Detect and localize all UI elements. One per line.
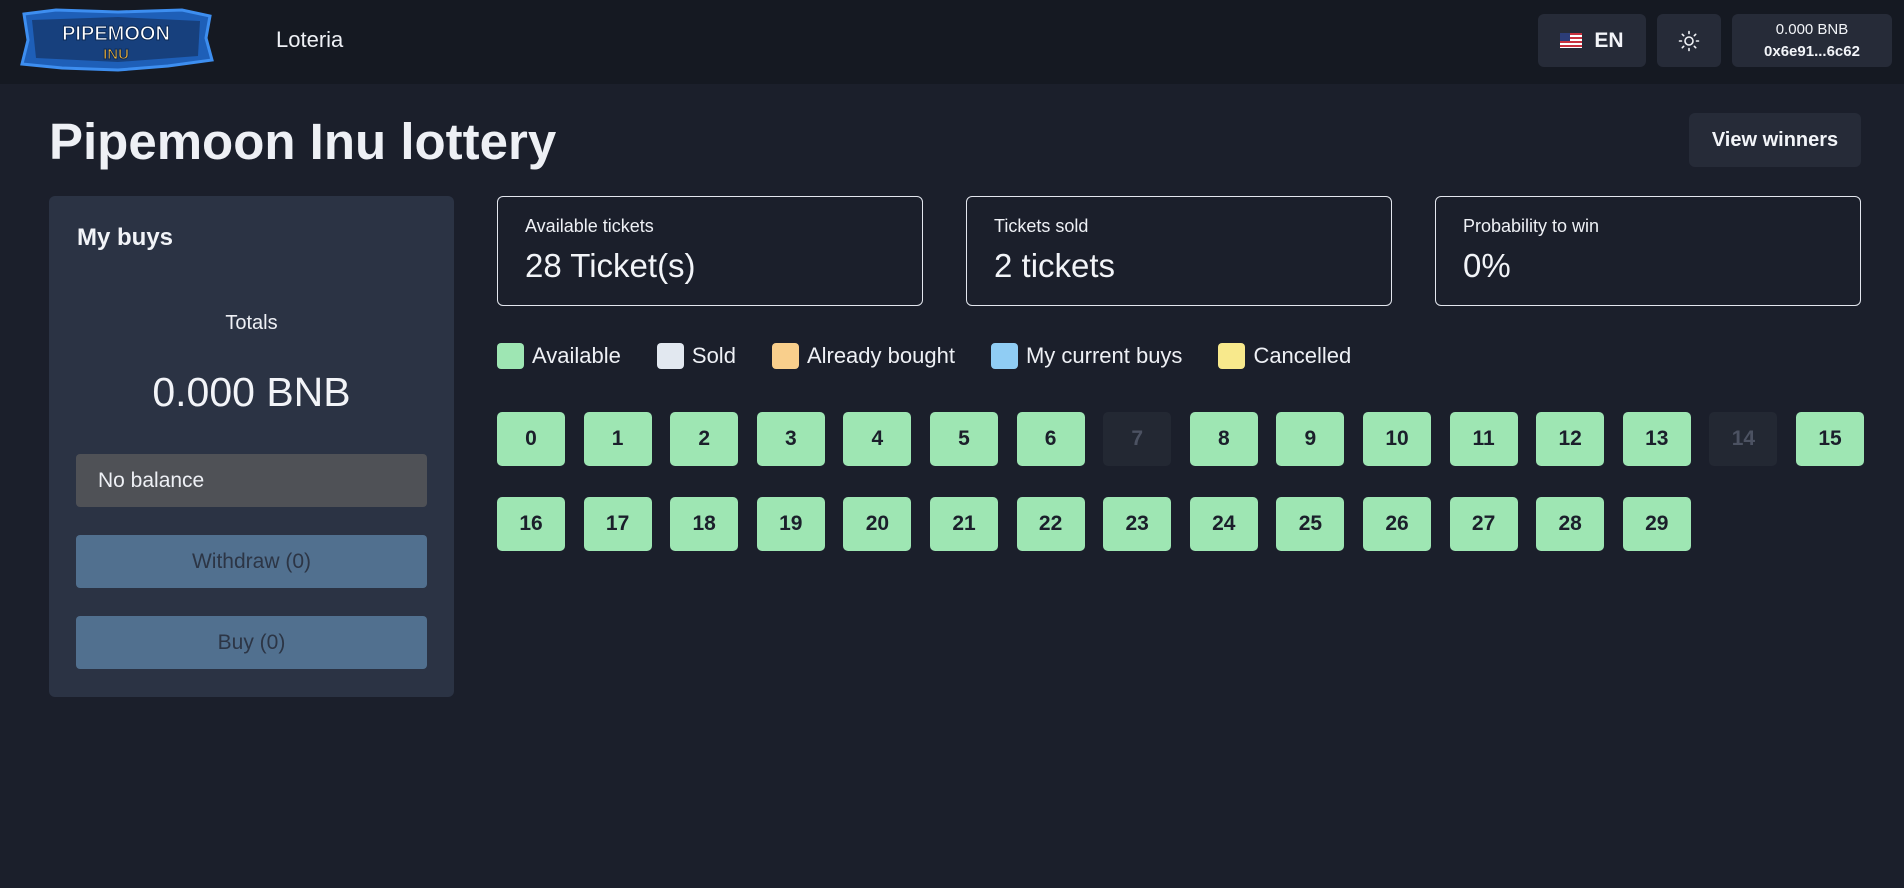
page-title: Pipemoon Inu lottery — [49, 113, 557, 170]
ticket-17[interactable]: 17 — [583, 497, 652, 551]
wallet-button[interactable]: 0.000 BNB 0x6e91...6c62 — [1732, 14, 1892, 67]
ticket-7: 7 — [1103, 412, 1172, 466]
ticket-5[interactable]: 5 — [930, 412, 998, 466]
legend-swatch — [771, 342, 799, 369]
ticket-13[interactable]: 13 — [1622, 412, 1691, 466]
tickets-sold-value: 2 tickets — [994, 247, 1116, 284]
theme-toggle-button[interactable] — [1657, 14, 1721, 67]
ticket-18[interactable]: 18 — [670, 497, 739, 551]
ticket-22[interactable]: 22 — [1016, 497, 1085, 551]
logo-subtext: INU — [103, 46, 129, 63]
available-tickets-value: 28 Ticket(s) — [525, 247, 696, 284]
ticket-12[interactable]: 12 — [1536, 412, 1605, 466]
legend-swatch — [656, 342, 684, 369]
legend-swatch — [497, 342, 524, 369]
my-buys-title: My buys — [77, 224, 174, 251]
probability-label: Probability to win — [1463, 216, 1600, 236]
totals-label: Totals — [225, 312, 278, 334]
legend-item-already-bought: Already bought — [771, 342, 955, 369]
wallet-address: 0x6e91...6c62 — [1764, 42, 1860, 60]
ticket-2[interactable]: 2 — [670, 412, 739, 466]
legend-item-sold: Sold — [656, 342, 736, 369]
probability-card: Probability to win 0% — [1435, 196, 1861, 306]
ticket-14: 14 — [1709, 412, 1778, 466]
legend-label: Cancelled — [1253, 342, 1352, 368]
ticket-10[interactable]: 10 — [1363, 412, 1431, 466]
sun-icon — [1678, 30, 1700, 51]
ticket-27[interactable]: 27 — [1449, 497, 1518, 551]
ticket-15[interactable]: 15 — [1796, 412, 1864, 466]
logo-text: PIPEMOON — [62, 23, 170, 45]
ticket-24[interactable]: 24 — [1189, 497, 1258, 551]
legend-swatch — [990, 342, 1018, 369]
tickets-sold-label: Tickets sold — [994, 216, 1089, 236]
legend-item-cancelled: Cancelled — [1218, 342, 1352, 369]
us-flag-icon — [1560, 33, 1583, 48]
ticket-4[interactable]: 4 — [843, 412, 912, 466]
ticket-legend: Available Sold Already bought My current… — [497, 342, 1387, 369]
ticket-23[interactable]: 23 — [1103, 497, 1172, 551]
available-tickets-label: Available tickets — [525, 216, 654, 236]
legend-label: Available — [532, 342, 621, 368]
my-buys-panel: My buys Totals 0.000 BNB No balance With… — [49, 196, 454, 697]
ticket-20[interactable]: 20 — [843, 497, 912, 551]
ticket-19[interactable]: 19 — [756, 497, 825, 551]
probability-value: 0% — [1463, 247, 1511, 284]
ticket-28[interactable]: 28 — [1536, 497, 1605, 551]
ticket-9[interactable]: 9 — [1276, 412, 1345, 466]
withdraw-button[interactable]: Withdraw (0) — [76, 535, 427, 588]
legend-swatch — [1218, 342, 1246, 369]
legend-label: My current buys — [1025, 342, 1183, 368]
ticket-6[interactable]: 6 — [1016, 412, 1085, 466]
legend-item-available: Available — [497, 342, 621, 369]
language-selector[interactable]: EN — [1538, 14, 1646, 67]
tickets-sold-card: Tickets sold 2 tickets — [966, 196, 1392, 306]
totals-value: 0.000 BNB — [152, 369, 351, 415]
ticket-11[interactable]: 11 — [1449, 412, 1518, 466]
ticket-25[interactable]: 25 — [1276, 497, 1345, 551]
nav-link-loteria[interactable]: Loteria — [276, 27, 343, 53]
top-navbar: PIPEMOON INU Loteria EN 0.000 BNB 0x6e91… — [0, 0, 1904, 84]
ticket-21[interactable]: 21 — [930, 497, 998, 551]
ticket-8[interactable]: 8 — [1189, 412, 1258, 466]
view-winners-button[interactable]: View winners — [1689, 113, 1861, 167]
ticket-0[interactable]: 0 — [497, 412, 565, 466]
ticket-29[interactable]: 29 — [1622, 497, 1691, 551]
language-label: EN — [1594, 28, 1624, 52]
balance-status: No balance — [76, 454, 427, 507]
available-tickets-card: Available tickets 28 Ticket(s) — [497, 196, 923, 306]
ticket-3[interactable]: 3 — [756, 412, 825, 466]
legend-item-my-current-buys: My current buys — [990, 342, 1183, 369]
legend-label: Sold — [691, 342, 736, 368]
buy-button[interactable]: Buy (0) — [76, 616, 427, 669]
ticket-1[interactable]: 1 — [583, 412, 652, 466]
wallet-balance: 0.000 BNB — [1775, 20, 1849, 38]
ticket-26[interactable]: 26 — [1363, 497, 1431, 551]
ticket-16[interactable]: 16 — [497, 497, 565, 551]
legend-label: Already bought — [806, 342, 955, 368]
pipemoon-logo[interactable]: PIPEMOON INU — [18, 8, 214, 72]
